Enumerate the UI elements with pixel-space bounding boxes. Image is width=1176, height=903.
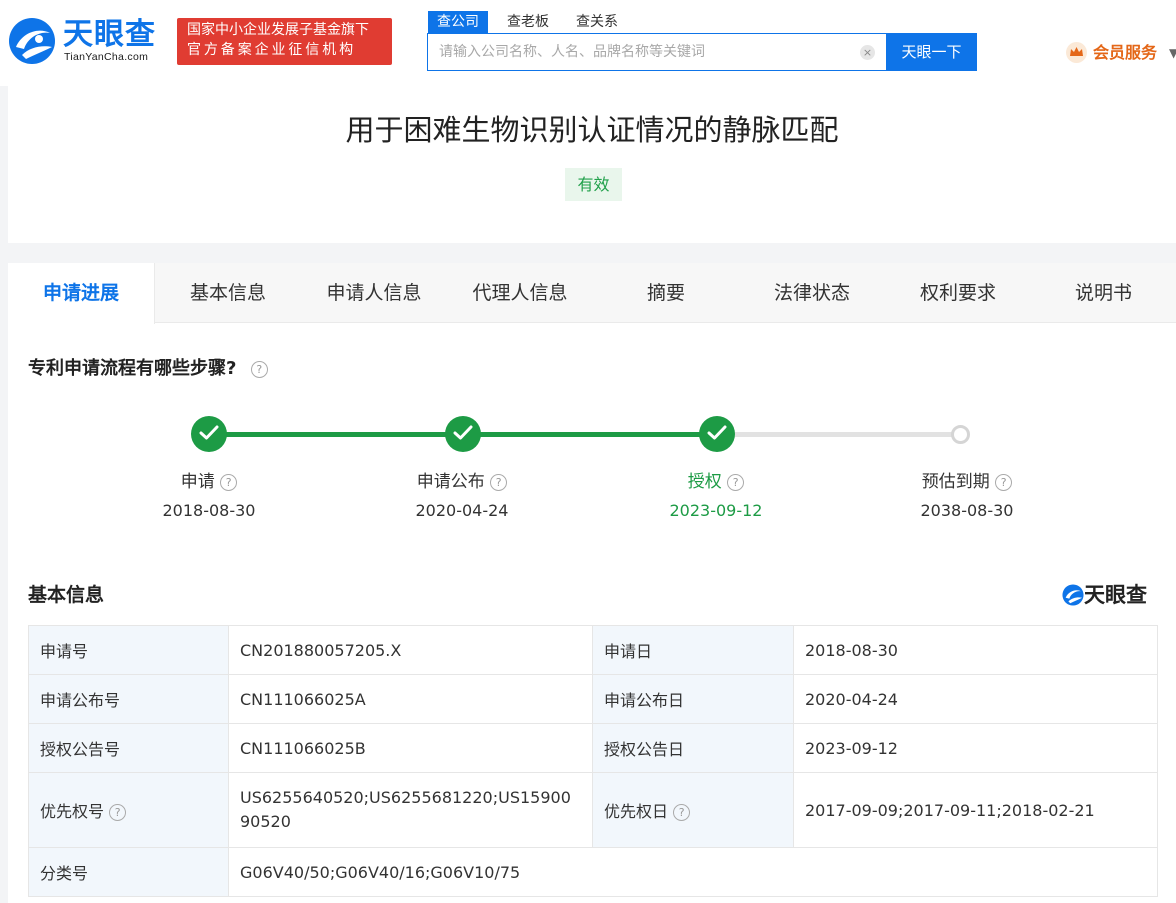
timeline-segment bbox=[209, 432, 463, 437]
table-value: 2017-09-09;2017-09-11;2018-02-21 bbox=[793, 772, 1158, 848]
top-header: 天眼查 TianYanCha.com 国家中小企业发展子基金旗下 官方备案企业征… bbox=[0, 0, 1176, 86]
table-key: 优先权日 ? bbox=[592, 772, 794, 848]
table-row: 优先权号 ? US6255640520;US6255681220;US15900… bbox=[28, 772, 1158, 848]
crown-icon bbox=[1066, 42, 1087, 63]
table-value: CN111066025B bbox=[228, 723, 593, 773]
logo-name: 天眼查 bbox=[63, 17, 156, 52]
main-content-card: 申请进展 基本信息 申请人信息 代理人信息 摘要 法律状态 权利要求 说明书 专… bbox=[8, 263, 1176, 903]
tab-abstract[interactable]: 摘要 bbox=[593, 263, 739, 323]
tab-description[interactable]: 说明书 bbox=[1031, 263, 1176, 323]
tianyancha-watermark: 天眼查 bbox=[1062, 581, 1162, 609]
table-row: 申请号 CN201880057205.X 申请日 2018-08-30 bbox=[28, 625, 1158, 675]
step-date: 2023-09-12 bbox=[669, 501, 763, 520]
search-tab-company[interactable]: 查公司 bbox=[428, 11, 488, 33]
step-done-icon bbox=[445, 416, 481, 452]
table-row: 分类号 G06V40/50;G06V40/16;G06V10/75 bbox=[28, 847, 1158, 897]
table-key: 申请号 bbox=[28, 625, 229, 675]
help-icon[interactable]: ? bbox=[109, 804, 127, 821]
help-icon[interactable]: ? bbox=[220, 473, 238, 491]
step-pending-icon bbox=[951, 425, 970, 444]
step-label: 申请公布 ? bbox=[382, 469, 542, 495]
search-button[interactable]: 天眼一下 bbox=[886, 33, 977, 71]
table-value: G06V40/50;G06V40/16;G06V10/75 bbox=[228, 847, 1158, 897]
step-date: 2038-08-30 bbox=[920, 501, 1014, 520]
table-key: 申请日 bbox=[592, 625, 794, 675]
table-key: 分类号 bbox=[28, 847, 229, 897]
official-badge[interactable]: 国家中小企业发展子基金旗下 官方备案企业征信机构 bbox=[177, 18, 392, 65]
table-row: 申请公布号 CN111066025A 申请公布日 2020-04-24 bbox=[28, 674, 1158, 724]
step-done-icon bbox=[191, 416, 227, 452]
step-label: 授权 ? bbox=[636, 469, 796, 495]
tab-agent[interactable]: 代理人信息 bbox=[447, 263, 593, 323]
tianyancha-logo[interactable]: 天眼查 TianYanCha.com bbox=[8, 17, 168, 67]
table-value: US6255640520;US6255681220;US1590090520 bbox=[228, 772, 593, 848]
logo-mark-icon bbox=[1062, 584, 1084, 606]
table-key: 授权公告日 bbox=[592, 723, 794, 773]
timeline-segment bbox=[717, 432, 967, 437]
search-input[interactable] bbox=[428, 34, 858, 70]
tab-progress[interactable]: 申请进展 bbox=[8, 263, 155, 324]
help-icon[interactable]: ? bbox=[490, 473, 508, 491]
table-row: 授权公告号 CN111066025B 授权公告日 2023-09-12 bbox=[28, 723, 1158, 773]
step-label: 预估到期 ? bbox=[887, 469, 1047, 495]
clear-icon[interactable]: × bbox=[860, 45, 875, 60]
table-value: CN201880057205.X bbox=[228, 625, 593, 675]
detail-tabbar: 申请进展 基本信息 申请人信息 代理人信息 摘要 法律状态 权利要求 说明书 bbox=[8, 263, 1176, 324]
progress-question: 专利申请流程有哪些步骤? ? bbox=[28, 357, 268, 381]
patent-title-card: 用于困难生物识别认证情况的静脉匹配 有效 bbox=[8, 86, 1176, 243]
table-key: 授权公告号 bbox=[28, 723, 229, 773]
help-icon[interactable]: ? bbox=[995, 473, 1013, 491]
table-value: 2020-04-24 bbox=[793, 674, 1158, 724]
table-key: 申请公布日 bbox=[592, 674, 794, 724]
table-value: 2023-09-12 bbox=[793, 723, 1158, 773]
step-date: 2018-08-30 bbox=[162, 501, 256, 520]
step-date: 2020-04-24 bbox=[415, 501, 509, 520]
basic-info-title: 基本信息 bbox=[28, 584, 105, 606]
patent-title: 用于困难生物识别认证情况的静脉匹配 bbox=[345, 113, 839, 147]
table-value: 2018-08-30 bbox=[793, 625, 1158, 675]
progress-question-text: 专利申请流程有哪些步骤? bbox=[28, 358, 237, 379]
timeline-segment bbox=[463, 432, 717, 437]
member-label: 会员服务 bbox=[1093, 43, 1158, 62]
basic-info-table: 申请号 CN201880057205.X 申请日 2018-08-30 申请公布… bbox=[28, 625, 1158, 897]
tab-applicant[interactable]: 申请人信息 bbox=[301, 263, 447, 323]
logo-domain: TianYanCha.com bbox=[64, 51, 149, 63]
watermark-text: 天眼查 bbox=[1084, 583, 1147, 607]
badge-line-2: 官方备案企业征信机构 bbox=[187, 42, 356, 58]
search-tab-relation[interactable]: 查关系 bbox=[576, 11, 618, 33]
help-icon[interactable]: ? bbox=[727, 473, 745, 491]
table-key: 申请公布号 bbox=[28, 674, 229, 724]
step-done-icon bbox=[699, 416, 735, 452]
status-badge: 有效 bbox=[565, 168, 622, 201]
table-value: CN111066025A bbox=[228, 674, 593, 724]
tab-legal-status[interactable]: 法律状态 bbox=[739, 263, 885, 323]
badge-line-1: 国家中小企业发展子基金旗下 bbox=[187, 22, 369, 38]
step-label: 申请 ? bbox=[129, 469, 289, 495]
table-key: 优先权号 ? bbox=[28, 772, 229, 848]
search-box: × 天眼一下 bbox=[427, 33, 977, 71]
progress-timeline: 申请 ? 2018-08-30 申请公布 ? 2020-04-24 授权 ? 2… bbox=[8, 413, 1176, 533]
chevron-down-icon: ▼ bbox=[1169, 46, 1176, 60]
help-icon[interactable]: ? bbox=[673, 804, 691, 821]
search-tab-boss[interactable]: 查老板 bbox=[507, 11, 549, 33]
logo-mark-icon bbox=[9, 18, 55, 64]
tab-basic-info[interactable]: 基本信息 bbox=[155, 263, 301, 323]
tab-claims[interactable]: 权利要求 bbox=[885, 263, 1031, 323]
help-icon[interactable]: ? bbox=[250, 360, 268, 378]
